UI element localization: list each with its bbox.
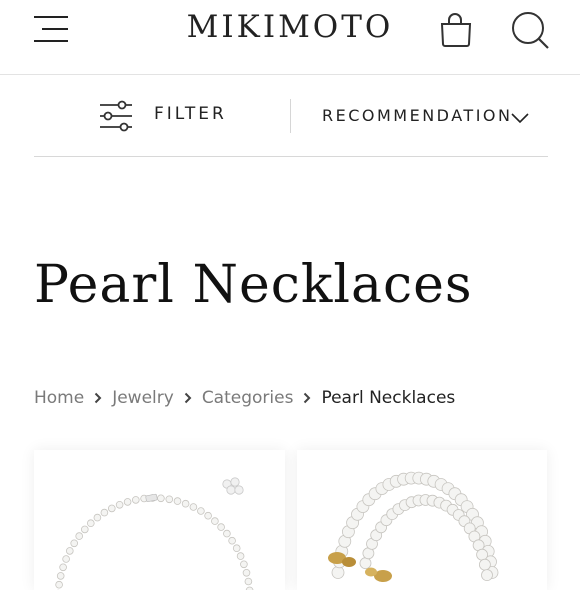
shopping-bag-icon bbox=[440, 13, 472, 47]
sort-label: RECOMMENDATION bbox=[322, 106, 513, 125]
breadcrumb-separator bbox=[84, 388, 112, 408]
chevron-right-icon bbox=[184, 392, 192, 404]
brand-logo[interactable]: MIKIMOTO bbox=[0, 6, 580, 48]
product-card[interactable] bbox=[297, 450, 547, 590]
breadcrumb-jewelry[interactable]: Jewelry bbox=[112, 388, 174, 408]
site-header: MIKIMOTO bbox=[0, 0, 580, 75]
product-card[interactable] bbox=[34, 450, 285, 590]
toolbar-divider bbox=[290, 99, 291, 133]
gold-clasp-pearl-necklace-image bbox=[328, 471, 499, 582]
chevron-right-icon bbox=[304, 392, 311, 404]
chevron-down-icon bbox=[511, 113, 529, 124]
filter-button[interactable]: FILTER bbox=[94, 94, 244, 138]
breadcrumb-separator bbox=[174, 388, 202, 408]
breadcrumb: Home Jewelry Categories Pearl Necklaces bbox=[34, 385, 455, 411]
breadcrumb-current: Pearl Necklaces bbox=[321, 388, 456, 408]
breadcrumb-home[interactable]: Home bbox=[34, 388, 84, 408]
breadcrumb-categories[interactable]: Categories bbox=[202, 388, 294, 408]
filter-label: FILTER bbox=[154, 104, 227, 124]
breadcrumb-separator bbox=[293, 388, 321, 408]
sort-dropdown[interactable]: RECOMMENDATION bbox=[322, 94, 532, 138]
search-icon bbox=[512, 12, 549, 49]
page-title: Pearl Necklaces bbox=[34, 255, 473, 315]
search-button[interactable] bbox=[508, 8, 552, 52]
cart-button[interactable] bbox=[436, 10, 476, 50]
chevron-right-icon bbox=[94, 392, 102, 404]
brand-name: MIKIMOTO bbox=[186, 9, 394, 45]
listing-toolbar: FILTER RECOMMENDATION bbox=[34, 76, 548, 157]
pearl-strand-necklace-with-earrings-image bbox=[55, 477, 254, 590]
sliders-icon bbox=[100, 100, 132, 132]
pearl-earrings bbox=[222, 477, 244, 495]
